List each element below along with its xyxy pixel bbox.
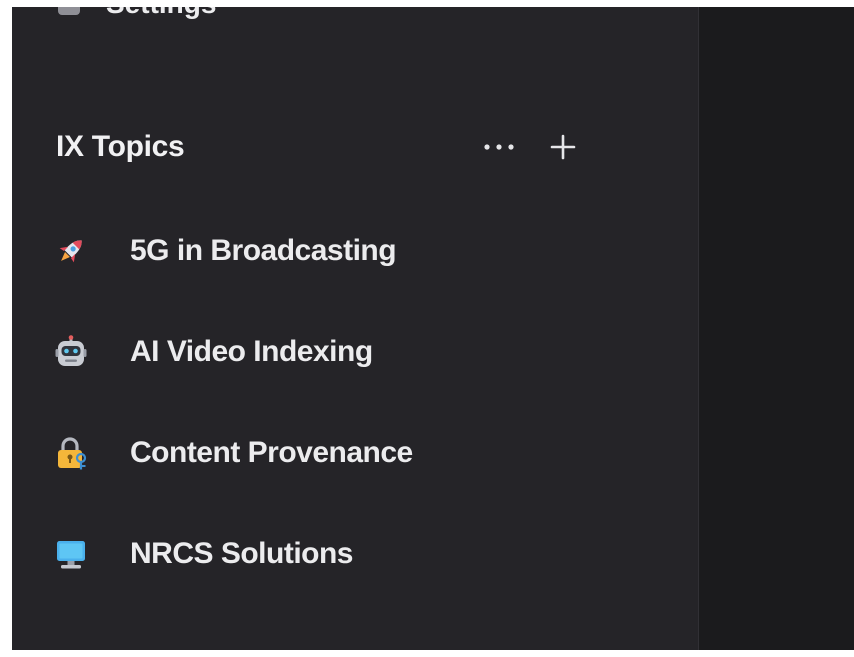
topic-list: 5G in Broadcasting AI Video Indexing Con…: [54, 225, 413, 629]
topic-label: Content Provenance: [130, 436, 413, 469]
topic-label: 5G in Broadcasting: [130, 234, 397, 267]
topic-item-content-provenance[interactable]: Content Provenance: [54, 427, 413, 479]
sidebar-item-label: Settings: [106, 7, 216, 18]
more-options-button[interactable]: [480, 128, 518, 166]
section-title: IX Topics: [56, 130, 185, 163]
section-header-ix-topics: IX Topics: [56, 125, 596, 169]
topic-item-5g-in-broadcasting[interactable]: 5G in Broadcasting: [54, 225, 413, 277]
topic-item-nrcs-solutions[interactable]: NRCS Solutions: [54, 528, 413, 580]
rocket-icon: [54, 234, 88, 268]
gear-icon: [58, 7, 80, 15]
section-actions: [480, 125, 582, 169]
main-content-area: [699, 7, 854, 650]
add-topic-button[interactable]: [544, 128, 582, 166]
plus-icon: [550, 134, 576, 160]
topic-label: NRCS Solutions: [130, 537, 354, 570]
computer-monitor-icon: [54, 537, 88, 571]
topic-label: AI Video Indexing: [130, 335, 373, 368]
app-frame: Settings IX Topics: [12, 7, 854, 650]
sidebar-item-settings[interactable]: Settings: [58, 7, 216, 18]
topic-item-ai-video-indexing[interactable]: AI Video Indexing: [54, 326, 413, 378]
sidebar: Settings IX Topics: [12, 7, 699, 650]
lock-with-key-icon: [54, 436, 88, 470]
robot-icon: [54, 335, 88, 369]
more-horizontal-icon: [484, 144, 514, 150]
